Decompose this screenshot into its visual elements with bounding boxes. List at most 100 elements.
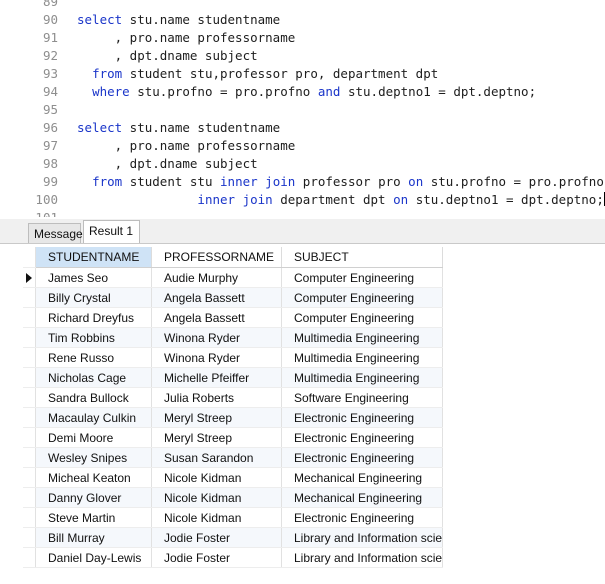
row-indicator[interactable] xyxy=(23,307,36,328)
table-cell[interactable]: Nicole Kidman xyxy=(151,487,282,508)
table-cell[interactable]: Richard Dreyfus xyxy=(35,307,152,328)
table-row[interactable]: Macaulay Culkin Meryl Streep Electronic En… xyxy=(23,407,444,428)
table-cell[interactable]: Nicholas Cage xyxy=(35,367,152,388)
table-cell[interactable]: Library and Information scie xyxy=(281,527,444,548)
code-line: 91 , pro.name professorname xyxy=(0,29,605,47)
table-cell[interactable]: Meryl Streep xyxy=(151,407,282,428)
tab-result-1[interactable]: Result 1 xyxy=(83,220,140,243)
sql-keyword: and xyxy=(317,84,341,99)
table-cell[interactable]: Demi Moore xyxy=(35,427,152,448)
table-cell[interactable]: Computer Engineering xyxy=(281,287,444,308)
table-cell[interactable]: Winona Ryder xyxy=(151,327,282,348)
sql-editor[interactable]: 89 90 select stu.name studentname 91 , pro.… xyxy=(0,0,605,217)
table-row[interactable]: Billy Crystal Angela Bassett Computer Engi… xyxy=(23,287,444,308)
table-cell[interactable]: Angela Bassett xyxy=(151,287,282,308)
table-cell[interactable]: Mechanical Engineering xyxy=(281,467,444,488)
sql-text: , dpt.dname subject xyxy=(77,156,258,171)
row-indicator[interactable] xyxy=(23,507,36,528)
table-cell[interactable]: Bill Murray xyxy=(35,527,152,548)
row-indicator[interactable] xyxy=(23,547,36,568)
table-cell[interactable]: Winona Ryder xyxy=(151,347,282,368)
row-indicator[interactable] xyxy=(23,447,36,468)
code-line: 94 where stu.profno = pro.profno and stu… xyxy=(0,83,605,101)
table-row[interactable]: Danny Glover Nicole Kidman Mechanical Engi… xyxy=(23,487,444,508)
code-line: 89 xyxy=(0,0,605,11)
row-indicator[interactable] xyxy=(23,387,36,408)
table-cell[interactable]: Wesley Snipes xyxy=(35,447,152,468)
table-cell[interactable]: Multimedia Engineering xyxy=(281,327,444,348)
code-line: 90 select stu.name studentname xyxy=(0,11,605,29)
table-cell[interactable]: Electronic Engineering xyxy=(281,447,444,468)
table-cell[interactable]: Audie Murphy xyxy=(151,267,282,288)
sql-text: , pro.name professorname xyxy=(77,30,296,45)
row-indicator[interactable] xyxy=(23,287,36,308)
table-row[interactable]: Bill Murray Jodie Foster Library and Infor… xyxy=(23,527,444,548)
table-cell[interactable]: Billy Crystal xyxy=(35,287,152,308)
table-cell[interactable]: Nicole Kidman xyxy=(151,507,282,528)
table-row[interactable]: Steve Martin Nicole Kidman Electronic Engi… xyxy=(23,507,444,528)
table-cell[interactable]: Angela Bassett xyxy=(151,307,282,328)
column-header-studentname[interactable]: STUDENTNAME xyxy=(35,247,152,268)
result-grid-area: STUDENTNAME PROFESSORNAME SUBJECT James … xyxy=(0,244,605,584)
table-cell[interactable]: James Seo xyxy=(35,267,152,288)
table-cell[interactable]: Tim Robbins xyxy=(35,327,152,348)
table-cell[interactable]: Micheal Keaton xyxy=(35,467,152,488)
sql-text: stu.name studentname xyxy=(122,120,281,135)
row-indicator[interactable] xyxy=(23,427,36,448)
table-cell[interactable]: Electronic Engineering xyxy=(281,427,444,448)
table-cell[interactable]: Mechanical Engineering xyxy=(281,487,444,508)
sql-text: stu.profno = pro.profno xyxy=(129,84,318,99)
row-indicator[interactable] xyxy=(23,327,36,348)
table-row[interactable]: Wesley Snipes Susan Sarandon Electronic En… xyxy=(23,447,444,468)
table-cell[interactable]: Meryl Streep xyxy=(151,427,282,448)
table-row[interactable]: Daniel Day-Lewis Jodie Foster Library and … xyxy=(23,547,444,568)
sql-keyword: inner join xyxy=(220,174,296,189)
table-row[interactable]: Nicholas Cage Michelle Pfeiffer Multimedia… xyxy=(23,367,444,388)
table-row[interactable]: Micheal Keaton Nicole Kidman Mechanical En… xyxy=(23,467,444,488)
column-header-professorname[interactable]: PROFESSORNAME xyxy=(151,247,282,268)
column-header-subject[interactable]: SUBJECT xyxy=(281,247,444,268)
table-cell[interactable]: Rene Russo xyxy=(35,347,152,368)
row-indicator[interactable] xyxy=(23,467,36,488)
table-row[interactable]: Demi Moore Meryl Streep Electronic Enginee… xyxy=(23,427,444,448)
row-indicator[interactable] xyxy=(23,487,36,508)
table-cell[interactable]: Multimedia Engineering xyxy=(281,347,444,368)
table-row[interactable]: Tim Robbins Winona Ryder Multimedia Engine… xyxy=(23,327,444,348)
table-cell[interactable]: Computer Engineering xyxy=(281,307,444,328)
result-grid[interactable]: STUDENTNAME PROFESSORNAME SUBJECT James … xyxy=(23,247,444,568)
row-indicator[interactable] xyxy=(23,267,36,288)
table-cell[interactable]: Electronic Engineering xyxy=(281,507,444,528)
table-cell[interactable]: Jodie Foster xyxy=(151,547,282,568)
table-cell[interactable]: Sandra Bullock xyxy=(35,387,152,408)
table-cell[interactable]: Julia Roberts xyxy=(151,387,282,408)
table-cell[interactable]: Jodie Foster xyxy=(151,527,282,548)
table-row[interactable]: Richard Dreyfus Angela Bassett Computer En… xyxy=(23,307,444,328)
table-cell[interactable]: Susan Sarandon xyxy=(151,447,282,468)
row-indicator[interactable] xyxy=(23,527,36,548)
line-number: 96 xyxy=(42,120,58,135)
code-text: , dpt.dname subject xyxy=(77,47,258,65)
table-row[interactable]: James Seo Audie Murphy Computer Engineerin… xyxy=(23,267,444,288)
table-cell[interactable]: Electronic Engineering xyxy=(281,407,444,428)
table-cell[interactable]: Michelle Pfeiffer xyxy=(151,367,282,388)
table-row[interactable]: Rene Russo Winona Ryder Multimedia Enginee… xyxy=(23,347,444,368)
table-cell[interactable]: Danny Glover xyxy=(35,487,152,508)
line-number: 98 xyxy=(42,156,58,171)
row-indicator[interactable] xyxy=(23,407,36,428)
table-cell[interactable]: Macaulay Culkin xyxy=(35,407,152,428)
tab-message[interactable]: Message xyxy=(28,223,83,243)
table-cell[interactable]: Multimedia Engineering xyxy=(281,367,444,388)
code-text: select stu.name studentname xyxy=(77,119,280,137)
code-text: from student stu inner join professor pr… xyxy=(77,173,604,191)
table-cell[interactable]: Library and Information scie xyxy=(281,547,444,568)
table-cell[interactable]: Computer Engineering xyxy=(281,267,444,288)
table-cell[interactable]: Steve Martin xyxy=(35,507,152,528)
code-line: 101 xyxy=(0,209,605,217)
table-cell[interactable]: Software Engineering xyxy=(281,387,444,408)
table-cell[interactable]: Nicole Kidman xyxy=(151,467,282,488)
code-line: 92 , dpt.dname subject xyxy=(0,47,605,65)
table-row[interactable]: Sandra Bullock Julia Roberts Software Engi… xyxy=(23,387,444,408)
table-cell[interactable]: Daniel Day-Lewis xyxy=(35,547,152,568)
row-indicator[interactable] xyxy=(23,347,36,368)
row-indicator[interactable] xyxy=(23,367,36,388)
